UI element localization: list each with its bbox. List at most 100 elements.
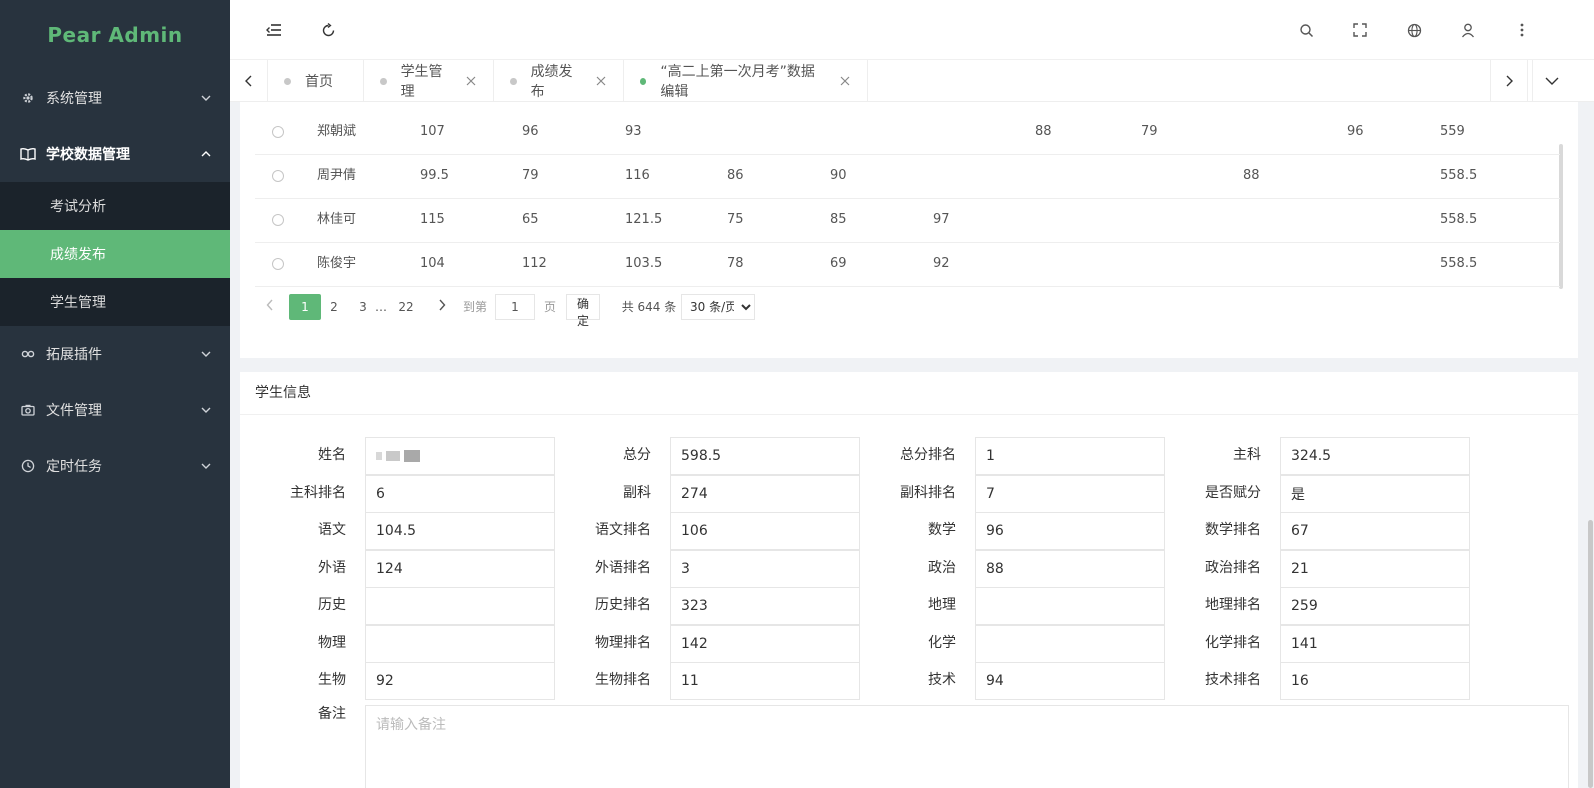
row-radio[interactable]: [272, 258, 284, 270]
close-icon[interactable]: [839, 75, 851, 87]
next-page-icon[interactable]: [433, 294, 451, 320]
tab-home[interactable]: 首页: [268, 60, 364, 102]
field-input[interactable]: [365, 474, 555, 513]
goto-page-input[interactable]: [495, 294, 535, 320]
tab-scroll-left-icon[interactable]: [230, 60, 268, 102]
field-input[interactable]: [670, 624, 860, 663]
table-row[interactable]: 陈俊宇 104 112 103.5 78 69 92 558.5: [255, 242, 1560, 287]
field-input[interactable]: [975, 512, 1165, 550]
user-icon[interactable]: [1458, 20, 1478, 40]
menu-system[interactable]: 系统管理: [0, 70, 230, 126]
row-radio[interactable]: [272, 126, 284, 138]
field-input[interactable]: [365, 624, 555, 663]
table-row[interactable]: 郑朝斌 107 96 93 88 79 96 559: [255, 110, 1560, 155]
page-3-button[interactable]: 3: [354, 294, 372, 320]
field-input[interactable]: [975, 437, 1165, 475]
goto-confirm-button[interactable]: 确定: [566, 294, 601, 328]
field-input[interactable]: [365, 512, 555, 550]
field-input[interactable]: [670, 587, 860, 625]
cell: 88: [1035, 124, 1052, 139]
field-label: 是否赋分: [1205, 484, 1261, 501]
sidebar: Pear Admin 系统管理 学校数据管理 考试分析 成绩发布 学生管理 拓展…: [0, 0, 230, 788]
field-input[interactable]: [670, 512, 860, 550]
cell: 85: [830, 212, 847, 227]
tab-scroll-right-icon[interactable]: [1490, 60, 1528, 102]
cell: 79: [522, 168, 539, 183]
tab-exam-data-edit[interactable]: “高二上第一次月考”数据编辑: [624, 60, 868, 102]
field-input[interactable]: [975, 474, 1165, 513]
menu-scheduled-tasks[interactable]: 定时任务: [0, 438, 230, 494]
field-input[interactable]: [365, 587, 555, 625]
field-input[interactable]: [1280, 624, 1470, 663]
cell: 79: [1141, 124, 1158, 139]
field-input[interactable]: [670, 549, 860, 588]
submenu-item-score-publish[interactable]: 成绩发布: [0, 230, 230, 278]
field-input[interactable]: [1280, 512, 1470, 550]
field-input[interactable]: [365, 662, 555, 700]
cell-total: 558.5: [1440, 256, 1478, 271]
menu-plugins[interactable]: 拓展插件: [0, 326, 230, 382]
page-1-button[interactable]: 1: [289, 294, 321, 320]
cell-name: 郑朝斌: [317, 124, 357, 139]
submenu-item-exam-analysis[interactable]: 考试分析: [0, 182, 230, 230]
page-size-select[interactable]: 30 条/页: [681, 294, 755, 320]
field-input[interactable]: [975, 624, 1165, 663]
row-radio[interactable]: [272, 214, 284, 226]
student-name-field[interactable]: [365, 437, 555, 475]
field-input[interactable]: [1280, 549, 1470, 588]
field-input[interactable]: [975, 549, 1165, 588]
top-header: [230, 0, 1594, 60]
menu-files[interactable]: 文件管理: [0, 382, 230, 438]
collapse-menu-icon[interactable]: [264, 20, 284, 40]
globe-icon[interactable]: [1404, 20, 1424, 40]
more-vertical-icon[interactable]: [1512, 20, 1532, 40]
menu-school-data[interactable]: 学校数据管理: [0, 126, 230, 182]
book-icon: [20, 146, 36, 162]
field-label: 总分: [623, 447, 651, 463]
field-input[interactable]: [1280, 474, 1470, 513]
page-2-button[interactable]: 2: [325, 294, 343, 320]
close-icon[interactable]: [465, 75, 477, 87]
field-label: 外语排名: [595, 559, 651, 576]
field-input[interactable]: [1280, 662, 1470, 700]
close-icon[interactable]: [595, 75, 607, 87]
field-input[interactable]: [365, 549, 555, 588]
field-input[interactable]: [670, 474, 860, 513]
table-row[interactable]: 林佳可 115 65 121.5 75 85 97 558.5: [255, 198, 1560, 243]
page-scrollbar[interactable]: [1588, 520, 1593, 788]
tab-score-publish[interactable]: 成绩发布: [494, 60, 624, 102]
tab-menu-chevron-down-icon[interactable]: [1532, 60, 1570, 102]
chevron-up-icon: [200, 148, 212, 160]
field-label: 化学: [928, 634, 956, 651]
menu-label: 学校数据管理: [46, 147, 130, 163]
field-input[interactable]: [670, 437, 860, 475]
row-radio[interactable]: [272, 170, 284, 182]
tab-student-manage[interactable]: 学生管理: [364, 60, 494, 102]
field-input[interactable]: [975, 662, 1165, 700]
search-icon[interactable]: [1296, 20, 1316, 40]
chevron-down-icon: [200, 348, 212, 360]
field-label: 总分排名: [900, 447, 956, 463]
field-input[interactable]: [670, 662, 860, 700]
field-label: 物理排名: [595, 634, 651, 651]
field-label: 主科排名: [290, 484, 346, 501]
prev-page-icon[interactable]: [259, 294, 281, 320]
field-input[interactable]: [1280, 587, 1470, 625]
page-22-button[interactable]: 22: [393, 294, 419, 320]
submenu-item-student-manage[interactable]: 学生管理: [0, 278, 230, 326]
tab-dot: [380, 77, 387, 85]
field-label: 化学排名: [1205, 634, 1261, 651]
cell-name: 陈俊宇: [317, 256, 357, 271]
remark-textarea[interactable]: [365, 705, 1569, 788]
tab-bar: 首页 学生管理 成绩发布 “高二上第一次月考”数据编辑: [230, 60, 1594, 102]
field-input[interactable]: [1280, 437, 1470, 475]
total-count: 共 644 条: [621, 300, 677, 314]
blurred-name: [376, 438, 420, 474]
field-input[interactable]: [975, 587, 1165, 625]
refresh-icon[interactable]: [318, 20, 338, 40]
table-row[interactable]: 周尹倩 99.5 79 116 86 90 88 558.5: [255, 154, 1560, 199]
chevron-down-icon: [200, 404, 212, 416]
cell: 93: [625, 124, 642, 139]
fullscreen-icon[interactable]: [1350, 20, 1370, 40]
cell: 104: [420, 256, 445, 271]
